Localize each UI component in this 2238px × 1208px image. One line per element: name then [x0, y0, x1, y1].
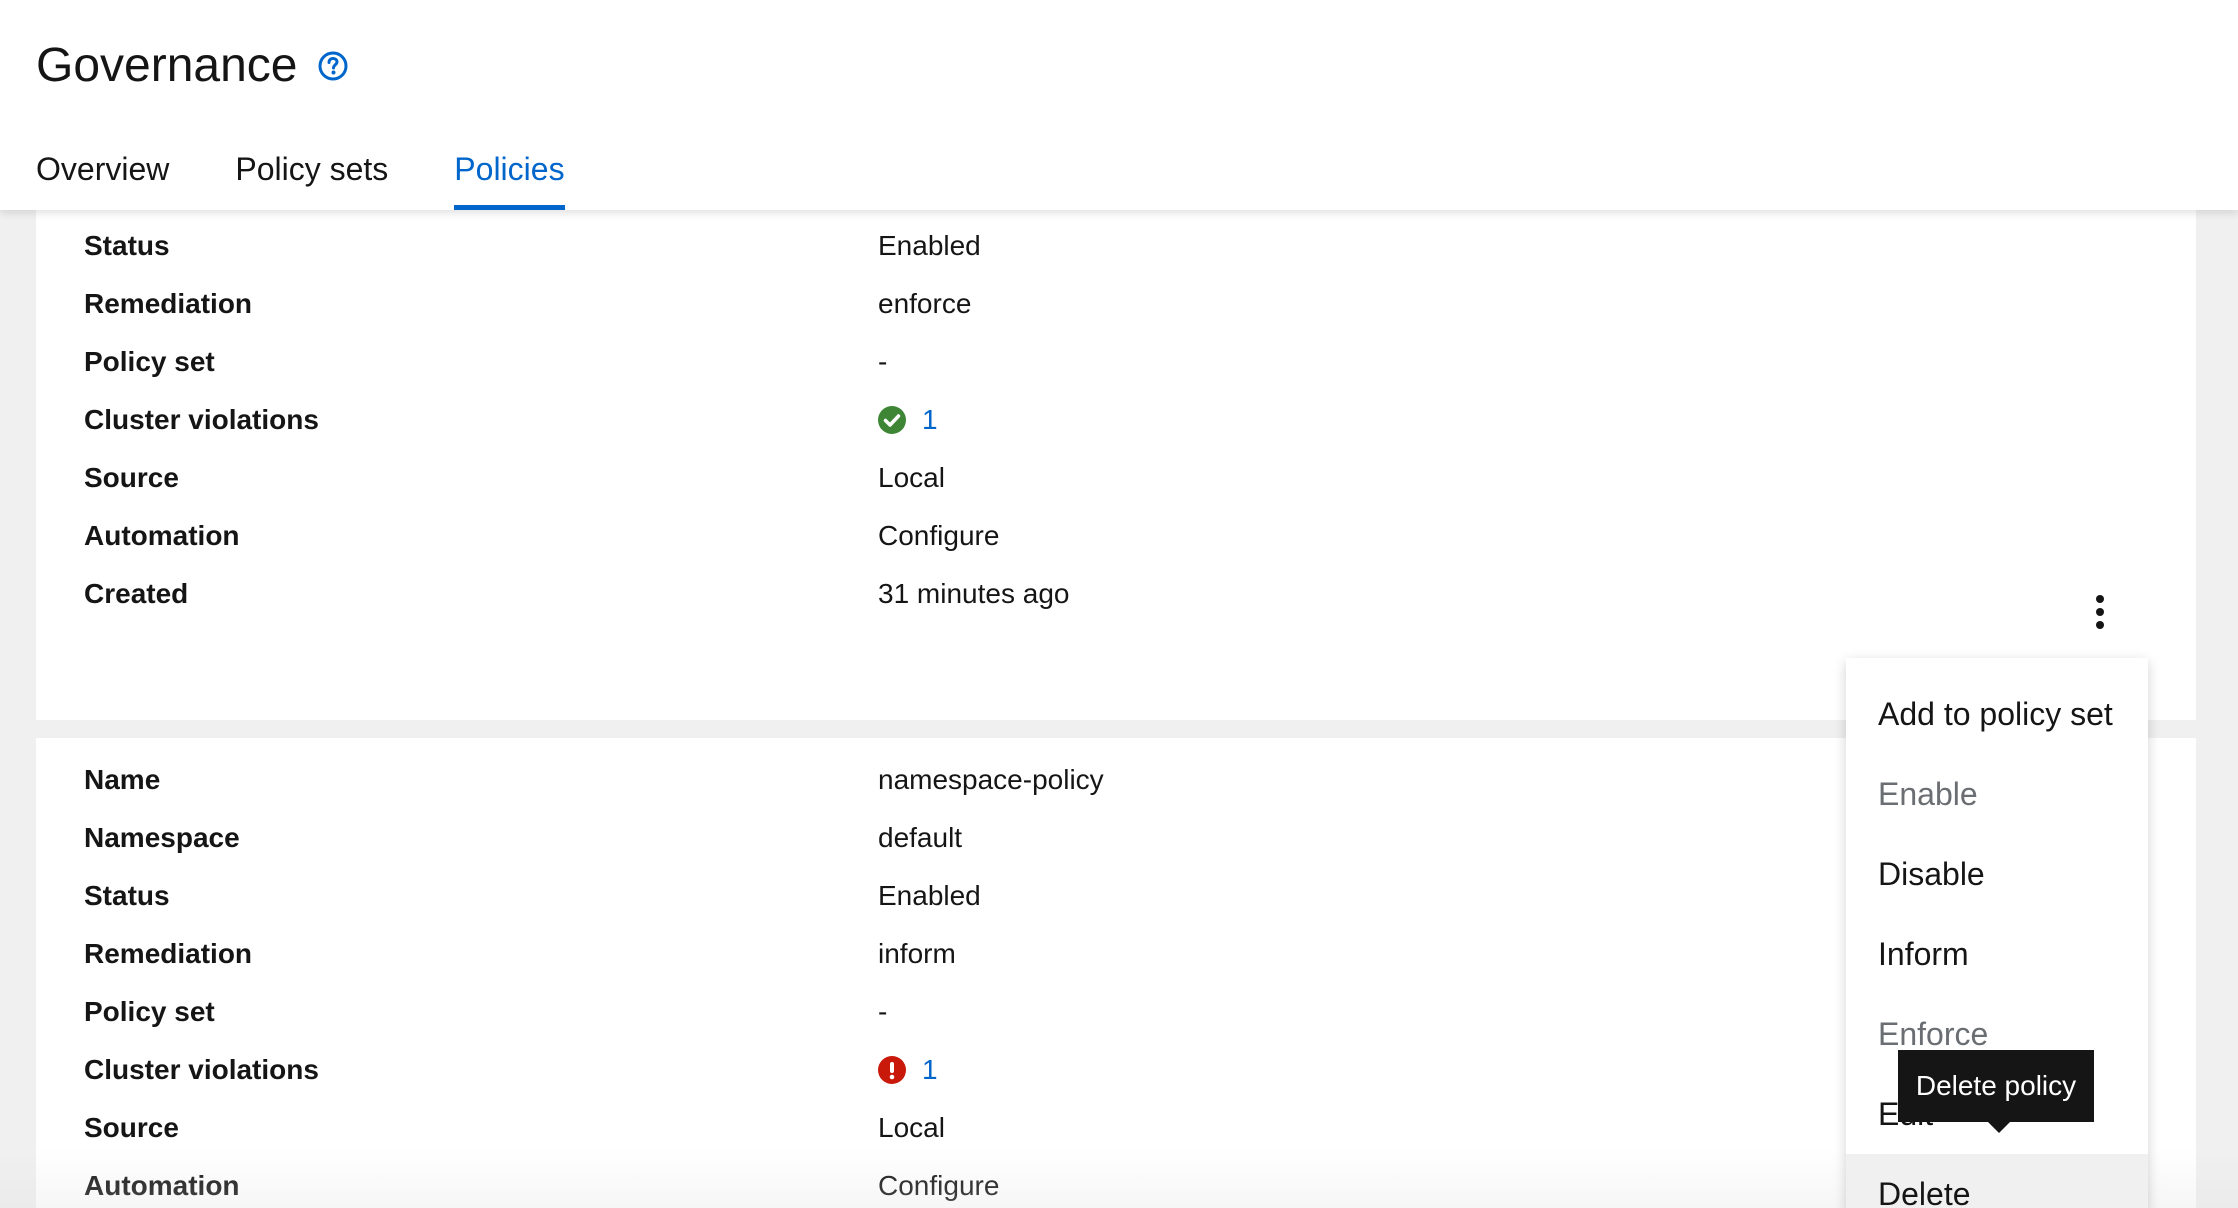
- tab-overview[interactable]: Overview: [36, 145, 169, 210]
- detail-label: Namespace: [84, 822, 240, 853]
- menu-item-enable[interactable]: Enable: [1846, 754, 2148, 834]
- detail-value: -: [878, 996, 888, 1027]
- policy-name-link[interactable]: namespace-policy: [878, 764, 1104, 796]
- detail-value: Enabled: [878, 230, 981, 261]
- detail-value: -: [878, 346, 888, 377]
- detail-value: Enabled: [878, 880, 981, 911]
- configure-automation-link[interactable]: Configure: [878, 520, 999, 552]
- detail-row-status: Status Enabled: [36, 230, 2196, 288]
- page-title: Governance: [36, 38, 350, 93]
- detail-row-remediation: Remediation enforce: [36, 288, 2196, 346]
- detail-value: 1: [878, 1054, 938, 1086]
- detail-label: Source: [84, 1112, 179, 1143]
- check-circle-icon: [878, 406, 906, 434]
- detail-value: Local: [878, 1112, 945, 1143]
- delete-policy-tooltip: Delete policy: [1898, 1050, 2094, 1122]
- detail-label: Policy set: [84, 346, 215, 377]
- kebab-menu-icon[interactable]: [2082, 592, 2118, 632]
- page-title-text: Governance: [36, 39, 298, 92]
- kebab-dot: [2096, 608, 2104, 616]
- detail-value: inform: [878, 938, 956, 969]
- detail-label: Name: [84, 764, 161, 795]
- detail-label: Status: [84, 230, 170, 261]
- cluster-violations-link[interactable]: 1: [922, 404, 938, 436]
- tab-policy-sets[interactable]: Policy sets: [235, 145, 388, 210]
- detail-row-policy-set: Policy set -: [36, 346, 2196, 404]
- question-circle-icon[interactable]: [316, 49, 350, 83]
- kebab-dot: [2096, 595, 2104, 603]
- tooltip-arrow: [1986, 1120, 2012, 1133]
- detail-label: Created: [84, 578, 189, 609]
- detail-row-created: Created 31 minutes ago: [36, 578, 2196, 636]
- detail-label: Remediation: [84, 938, 253, 969]
- detail-value: enforce: [878, 288, 972, 319]
- menu-item-add-to-policy-set[interactable]: Add to policy set: [1846, 674, 2148, 754]
- detail-label: Cluster violations: [84, 404, 319, 435]
- menu-item-inform[interactable]: Inform: [1846, 914, 2148, 994]
- detail-label: Remediation: [84, 288, 253, 319]
- detail-value: default: [878, 822, 963, 853]
- detail-value: Local: [878, 462, 945, 493]
- cluster-violations-link[interactable]: 1: [922, 1054, 938, 1086]
- policy-card: Status Enabled Remediation enforce Polic…: [36, 180, 2196, 720]
- page-header: Governance Overview Policy sets Policies: [0, 0, 2238, 210]
- detail-row-cluster-violations: Cluster violations 1: [36, 404, 2196, 462]
- detail-label: Cluster violations: [84, 1054, 319, 1085]
- detail-label: Status: [84, 880, 170, 911]
- detail-label: Automation: [84, 1170, 240, 1201]
- exclamation-circle-icon: [878, 1056, 906, 1084]
- menu-item-delete[interactable]: Delete: [1846, 1154, 2148, 1208]
- detail-row-automation: Automation Configure: [36, 520, 2196, 578]
- configure-automation-link[interactable]: Configure: [878, 1170, 999, 1202]
- menu-item-disable[interactable]: Disable: [1846, 834, 2148, 914]
- detail-label: Source: [84, 462, 179, 493]
- detail-label: Automation: [84, 520, 240, 551]
- detail-label: Policy set: [84, 996, 215, 1027]
- detail-row-source: Source Local: [36, 462, 2196, 520]
- governance-tabs: Overview Policy sets Policies: [36, 145, 631, 210]
- detail-value: 1: [878, 404, 938, 436]
- tab-policies[interactable]: Policies: [454, 145, 565, 210]
- detail-value: 31 minutes ago: [878, 578, 1070, 609]
- kebab-dot: [2096, 621, 2104, 629]
